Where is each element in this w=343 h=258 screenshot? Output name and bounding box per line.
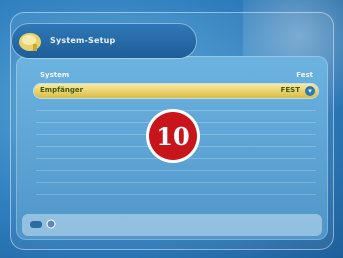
chevron-down-icon[interactable]: ▾ (305, 86, 315, 96)
list-divider (36, 110, 316, 111)
step-number-badge: 10 (149, 112, 197, 160)
column-header-fest: Fest (296, 71, 313, 79)
list-divider (36, 194, 316, 195)
footer-bar (22, 214, 322, 236)
remote-icon (30, 221, 42, 228)
selected-row-value: FEST (280, 86, 300, 94)
list-divider (36, 170, 316, 171)
selected-menu-row[interactable]: Empfänger FEST ▾ (34, 84, 318, 98)
selected-row-label: Empfänger (40, 86, 84, 94)
setup-screen: System-Setup System Fest Empfänger FEST … (0, 0, 343, 258)
dish-folder-icon (19, 33, 41, 51)
column-header-system: System (40, 71, 70, 79)
list-divider (36, 182, 316, 183)
page-title: System-Setup (50, 36, 116, 45)
circle-button-icon[interactable] (46, 219, 56, 229)
